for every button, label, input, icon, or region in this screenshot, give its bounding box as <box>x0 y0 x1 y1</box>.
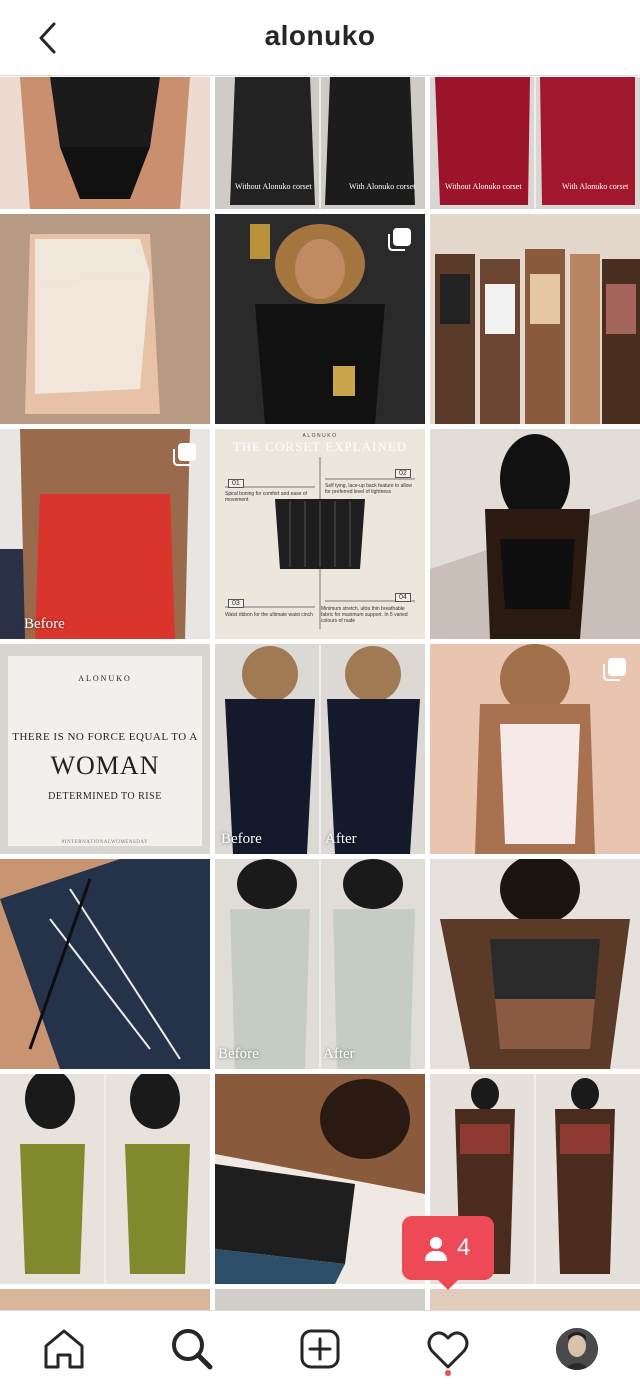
post-tile[interactable]: ALONUKO THERE IS NO FORCE EQUAL TO A WOM… <box>0 644 210 854</box>
group-photo <box>430 214 640 424</box>
new-post-icon[interactable] <box>296 1325 344 1373</box>
before-label: Before <box>218 1046 259 1062</box>
post-tile[interactable] <box>215 1074 425 1284</box>
post-tile[interactable] <box>0 1074 210 1284</box>
lingerie-photo <box>430 859 640 1069</box>
corset-photo <box>0 77 210 209</box>
after-label: After <box>325 831 357 847</box>
caption-with: With Alonuko corset <box>562 182 629 191</box>
activity-notification-bubble[interactable]: 4 <box>402 1216 494 1290</box>
quote-card: ALONUKO THERE IS NO FORCE EQUAL TO A WOM… <box>8 656 202 846</box>
before-after-photo <box>215 644 425 854</box>
post-tile[interactable] <box>0 1289 210 1310</box>
post-tile[interactable] <box>430 859 640 1069</box>
post-tile[interactable]: Before After <box>215 859 425 1069</box>
caption-without: Without Alonuko corset <box>235 182 312 191</box>
post-tile[interactable]: Without Alonuko corset With Alonuko cors… <box>215 77 425 209</box>
multiple-images-icon <box>603 658 626 681</box>
post-tile[interactable] <box>0 77 210 209</box>
person-icon <box>425 1237 447 1261</box>
dress-photo <box>0 1074 210 1284</box>
top-bar: alonuko <box>0 0 640 76</box>
profile-avatar[interactable] <box>556 1328 598 1370</box>
post-tile[interactable]: Before After <box>215 644 425 854</box>
post-tile[interactable]: ALONUKO THE CORSET EXPLAINED 01 Spiral b… <box>215 429 425 639</box>
post-tile[interactable] <box>215 1289 425 1310</box>
post-tile[interactable] <box>430 214 640 424</box>
post-tile[interactable] <box>430 1289 640 1310</box>
post-tile[interactable] <box>430 429 640 639</box>
lace-detail-photo <box>0 859 210 1069</box>
caption-without: Without Alonuko corset <box>445 182 522 191</box>
before-label: Before <box>24 616 65 632</box>
corset-photo <box>215 1074 425 1284</box>
multiple-images-icon <box>173 443 196 466</box>
follower-count: 4 <box>457 1234 471 1261</box>
corset-photo <box>0 214 210 424</box>
post-tile[interactable]: Without Alonuko corset With Alonuko cors… <box>430 77 640 209</box>
post-tile[interactable] <box>0 214 210 424</box>
before-label: Before <box>221 831 262 847</box>
post-tile[interactable] <box>430 644 640 854</box>
before-after-photo <box>215 859 425 1069</box>
post-tile[interactable] <box>215 214 425 424</box>
heart-icon[interactable] <box>424 1325 472 1373</box>
page-title: alonuko <box>264 20 376 51</box>
post-tile[interactable] <box>0 859 210 1069</box>
bottom-nav <box>0 1310 640 1386</box>
search-icon[interactable] <box>168 1325 216 1373</box>
multiple-images-icon <box>388 228 411 251</box>
activity-dot <box>445 1370 451 1376</box>
post-tile[interactable]: Before <box>0 429 210 639</box>
post-grid: Without Alonuko corset With Alonuko cors… <box>0 77 640 1310</box>
caption-with: With Alonuko corset <box>349 182 416 191</box>
mirror-selfie-photo <box>430 429 640 639</box>
after-label: After <box>323 1046 355 1062</box>
home-icon[interactable] <box>40 1325 88 1373</box>
avatar-image <box>556 1328 598 1370</box>
